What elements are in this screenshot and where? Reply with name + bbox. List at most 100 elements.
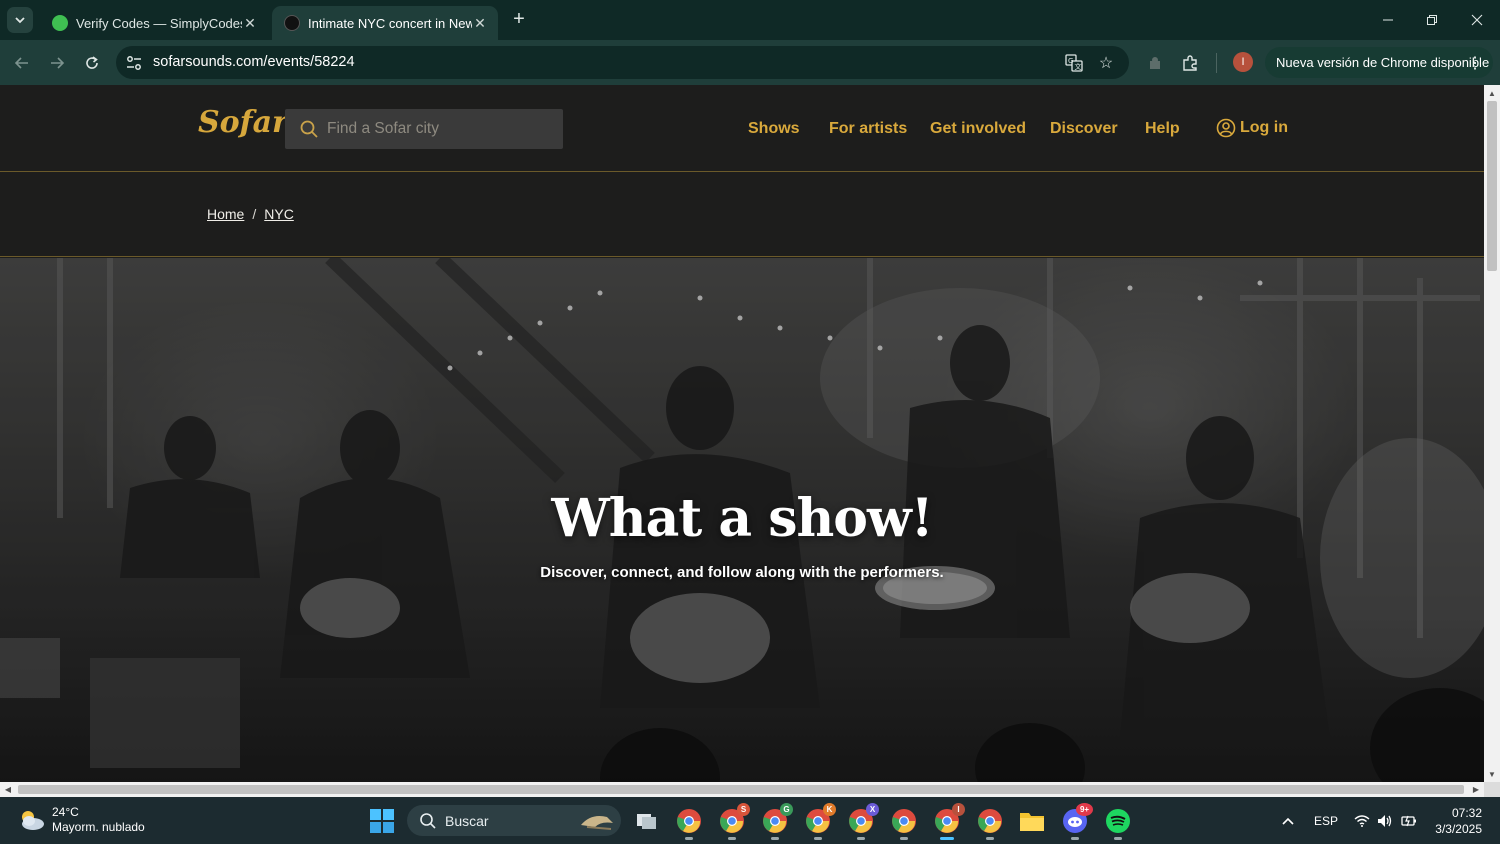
hero-banner: What a show! Discover, connect, and foll… bbox=[0, 258, 1484, 782]
profile-avatar[interactable]: I bbox=[1233, 52, 1253, 72]
language-indicator[interactable]: ESP bbox=[1310, 797, 1342, 844]
bookmark-star-icon[interactable]: ☆ bbox=[1095, 52, 1117, 74]
show-hidden-icons-chevron-up-icon[interactable] bbox=[1278, 797, 1298, 844]
user-circle-icon bbox=[1216, 118, 1236, 138]
translate-icon[interactable]: G文 bbox=[1063, 52, 1085, 74]
task-view-icon[interactable] bbox=[633, 807, 661, 835]
minimize-button[interactable] bbox=[1366, 0, 1410, 40]
breadcrumb-city[interactable]: NYC bbox=[264, 206, 294, 222]
windows-start-icon[interactable] bbox=[370, 809, 394, 833]
discord-icon[interactable]: 9+ bbox=[1061, 803, 1093, 840]
spotify-icon[interactable] bbox=[1104, 807, 1132, 840]
page-viewport: Sofar Shows For artists Get involved Dis… bbox=[0, 85, 1484, 782]
close-tab-icon[interactable]: ✕ bbox=[242, 15, 258, 32]
search-highlight-bird-icon bbox=[581, 816, 613, 830]
breadcrumb-home[interactable]: Home bbox=[207, 206, 244, 222]
windows-taskbar: 24°C Mayorm. nublado Buscar S G K X I 9+… bbox=[0, 797, 1500, 844]
restore-button[interactable] bbox=[1410, 0, 1454, 40]
cloudy-weather-icon bbox=[22, 811, 44, 830]
nav-help[interactable]: Help bbox=[1145, 120, 1180, 138]
horizontal-scrollbar[interactable]: ◀ ▶ bbox=[0, 782, 1484, 797]
vertical-scrollbar[interactable]: ▲ ▼ bbox=[1484, 85, 1500, 782]
scroll-up-icon[interactable]: ▲ bbox=[1484, 85, 1500, 101]
login-label: Log in bbox=[1240, 119, 1288, 136]
vertical-scroll-thumb[interactable] bbox=[1487, 101, 1497, 271]
back-button[interactable] bbox=[9, 50, 35, 76]
arrow-right-icon bbox=[51, 57, 65, 69]
scroll-right-icon[interactable]: ▶ bbox=[1468, 782, 1484, 797]
running-indicator bbox=[814, 837, 822, 840]
profile-badge: I bbox=[952, 803, 965, 816]
browser-toolbar: sofarsounds.com/events/58224 G文 ☆ I Nuev… bbox=[0, 40, 1500, 85]
simplycodes-favicon-icon bbox=[52, 15, 68, 31]
running-indicator bbox=[857, 837, 865, 840]
scrollbar-corner bbox=[1484, 782, 1500, 797]
profile-badge: X bbox=[866, 803, 879, 816]
scroll-down-icon[interactable]: ▼ bbox=[1484, 766, 1500, 782]
city-search-input[interactable] bbox=[327, 117, 547, 141]
taskbar-search-label: Buscar bbox=[445, 812, 489, 829]
wifi-icon[interactable] bbox=[1352, 797, 1372, 844]
close-window-button[interactable] bbox=[1455, 0, 1499, 40]
search-icon bbox=[300, 120, 318, 138]
close-tab-icon[interactable]: ✕ bbox=[472, 15, 488, 32]
chrome-profile-s-icon[interactable]: S bbox=[718, 803, 750, 840]
notification-badge: 9+ bbox=[1076, 803, 1093, 816]
chrome-update-button[interactable]: Nueva versión de Chrome disponible ⋮ bbox=[1265, 47, 1493, 78]
nav-shows[interactable]: Shows bbox=[748, 120, 800, 138]
extensions-icon[interactable] bbox=[1177, 50, 1203, 76]
hero-title: What a show! bbox=[551, 488, 933, 549]
running-indicator bbox=[900, 837, 908, 840]
search-icon bbox=[420, 812, 436, 829]
file-explorer-icon[interactable] bbox=[1018, 807, 1046, 835]
scroll-left-icon[interactable]: ◀ bbox=[0, 782, 16, 797]
chrome-icon[interactable] bbox=[675, 807, 703, 840]
horizontal-scroll-thumb[interactable] bbox=[18, 785, 1464, 794]
weather-widget[interactable]: 24°C Mayorm. nublado bbox=[18, 805, 145, 835]
chrome-profile-x-icon[interactable]: X bbox=[847, 803, 879, 840]
extension-puzzle-gray-icon[interactable] bbox=[1142, 50, 1168, 76]
tab-simplycodes[interactable]: Verify Codes — SimplyCodes ✕ bbox=[40, 6, 268, 40]
city-search-box[interactable] bbox=[285, 109, 563, 149]
address-bar[interactable]: sofarsounds.com/events/58224 G文 ☆ bbox=[116, 46, 1129, 79]
chrome-profile-k-icon[interactable]: K bbox=[804, 803, 836, 840]
tab-search-button[interactable] bbox=[7, 7, 33, 33]
restore-icon bbox=[1427, 15, 1437, 25]
chevron-down-icon bbox=[15, 17, 25, 24]
system-clock[interactable]: 07:32 3/3/2025 bbox=[1432, 805, 1482, 837]
svg-text:文: 文 bbox=[1075, 62, 1082, 71]
clock-date: 3/3/2025 bbox=[1435, 822, 1482, 836]
volume-icon[interactable] bbox=[1375, 797, 1395, 844]
running-indicator bbox=[1071, 837, 1079, 840]
reload-icon bbox=[86, 56, 98, 69]
sofar-logo[interactable]: Sofar bbox=[198, 105, 288, 140]
browser-tab-bar: Verify Codes — SimplyCodes ✕ Intimate NY… bbox=[0, 0, 1500, 40]
arrow-left-icon bbox=[14, 57, 28, 69]
chrome-profile-g-icon[interactable]: G bbox=[761, 803, 793, 840]
close-icon bbox=[1471, 14, 1483, 26]
chrome-profile-i-icon[interactable]: I bbox=[933, 803, 965, 840]
taskbar-search[interactable]: Buscar bbox=[407, 805, 621, 836]
url-text: sofarsounds.com/events/58224 bbox=[153, 54, 355, 70]
nav-for-artists[interactable]: For artists bbox=[829, 120, 907, 138]
weather-temp: 24°C bbox=[52, 805, 79, 819]
site-settings-icon[interactable] bbox=[124, 53, 144, 73]
chrome-profile-8-icon[interactable] bbox=[976, 807, 1004, 840]
toolbar-divider bbox=[1216, 53, 1217, 73]
tab-sofar-event[interactable]: Intimate NYC concert in Newark ✕ bbox=[272, 6, 498, 40]
running-indicator bbox=[1114, 837, 1122, 840]
battery-icon[interactable] bbox=[1399, 797, 1419, 844]
weather-desc: Mayorm. nublado bbox=[52, 820, 145, 834]
new-tab-button[interactable]: + bbox=[508, 8, 530, 30]
forward-button[interactable] bbox=[44, 50, 70, 76]
minimize-icon bbox=[1383, 19, 1393, 21]
reload-button[interactable] bbox=[79, 50, 105, 76]
breadcrumb-separator: / bbox=[252, 206, 257, 222]
login-link[interactable]: Log in bbox=[1216, 118, 1288, 138]
more-menu-icon[interactable]: ⋮ bbox=[1467, 53, 1483, 73]
nav-discover[interactable]: Discover bbox=[1050, 120, 1118, 138]
profile-badge: S bbox=[737, 803, 750, 816]
nav-get-involved[interactable]: Get involved bbox=[930, 120, 1026, 138]
running-indicator bbox=[986, 837, 994, 840]
chrome-profile-6-icon[interactable] bbox=[890, 807, 918, 840]
